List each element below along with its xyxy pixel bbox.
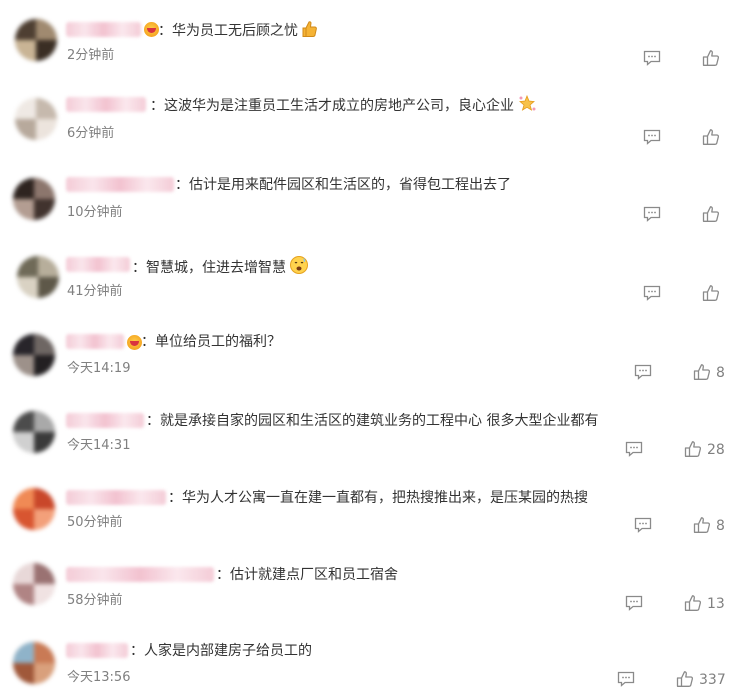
- vip-badge-icon: [127, 335, 142, 350]
- reply-icon[interactable]: [643, 285, 661, 301]
- like-icon[interactable]: [702, 284, 720, 302]
- username-blurred[interactable]: [66, 334, 124, 349]
- avatar[interactable]: [15, 98, 57, 140]
- reply-icon[interactable]: [625, 441, 643, 457]
- thumbs-up-emoji-icon: [301, 20, 319, 44]
- comment-time: 今天14:31: [67, 438, 131, 453]
- reply-icon[interactable]: [643, 50, 661, 66]
- comment-text: ：估计是用来配件园区和生活区的，省得包工程出去了: [175, 177, 511, 193]
- comment-time: 50分钟前: [67, 515, 123, 530]
- like-count: 8: [716, 518, 725, 534]
- comment-time: 今天14:19: [67, 361, 131, 376]
- avatar[interactable]: [13, 488, 55, 530]
- comment-item: ：估计就建点厂区和员工宿舍 58分钟前 13: [0, 546, 740, 624]
- comment-text: ：华为员工无后顾之忧: [158, 20, 319, 44]
- reply-icon[interactable]: [625, 595, 643, 611]
- like-icon[interactable]: [693, 516, 711, 534]
- like-count: 28: [707, 442, 725, 458]
- vip-badge-icon: [144, 22, 159, 37]
- username-blurred[interactable]: [66, 257, 130, 272]
- comment-text: ：就是承接自家的园区和生活区的建筑业务的工程中心 很多大型企业都有: [146, 413, 599, 429]
- comment-time: 2分钟前: [67, 48, 115, 63]
- like-count: 8: [716, 365, 725, 381]
- username-blurred[interactable]: [66, 567, 214, 582]
- avatar[interactable]: [13, 563, 55, 605]
- avatar[interactable]: [13, 411, 55, 453]
- like-icon[interactable]: [676, 670, 694, 688]
- comment-item: ：估计是用来配件园区和生活区的，省得包工程出去了 10分钟前: [0, 156, 740, 234]
- comment-time: 6分钟前: [67, 126, 115, 141]
- like-icon[interactable]: [693, 363, 711, 381]
- reply-icon[interactable]: [643, 206, 661, 222]
- avatar[interactable]: [17, 256, 59, 298]
- like-count: 337: [699, 672, 726, 688]
- comment-time: 10分钟前: [67, 205, 123, 220]
- username-blurred[interactable]: [66, 413, 144, 428]
- comment-text: ：智慧城，住进去增智慧: [132, 255, 309, 281]
- reply-icon[interactable]: [634, 517, 652, 533]
- comment-item: ：智慧城，住进去增智慧 41分钟前: [0, 234, 740, 312]
- comment-item: ：人家是内部建房子给员工的 今天13:56 337: [0, 624, 740, 700]
- comment-item: ：华为人才公寓一直在建一直都有，把热搜推出来，是压某园的热搜 50分钟前 8: [0, 468, 740, 546]
- comment-item: ：就是承接自家的园区和生活区的建筑业务的工程中心 很多大型企业都有 今天14:3…: [0, 390, 740, 468]
- like-icon[interactable]: [702, 205, 720, 223]
- username-blurred[interactable]: [66, 490, 166, 505]
- reply-icon[interactable]: [643, 129, 661, 145]
- avatar[interactable]: [13, 642, 55, 684]
- username-blurred[interactable]: [66, 97, 146, 112]
- sparkle-emoji-icon: [517, 94, 537, 119]
- avatar[interactable]: [13, 178, 55, 220]
- like-icon[interactable]: [684, 594, 702, 612]
- comment-text: ：估计就建点厂区和员工宿舍: [216, 567, 398, 583]
- sweat-face-emoji-icon: [289, 255, 309, 281]
- comment-time: 41分钟前: [67, 284, 123, 299]
- comment-time: 58分钟前: [67, 593, 123, 608]
- comment-item: ：单位给员工的福利？ 今天14:19 8: [0, 312, 740, 390]
- username-blurred[interactable]: [66, 177, 174, 192]
- comment-text: ：人家是内部建房子给员工的: [130, 643, 312, 659]
- comment-time: 今天13:56: [67, 670, 131, 685]
- username-blurred[interactable]: [66, 643, 128, 658]
- reply-icon[interactable]: [634, 364, 652, 380]
- comment-text: ：单位给员工的福利？: [141, 334, 281, 350]
- comment-item: ：这波华为是注重员工生活才成立的房地产公司，良心企业 6分钟前: [0, 78, 740, 156]
- like-icon[interactable]: [684, 440, 702, 458]
- comment-item: ：华为员工无后顾之忧 2分钟前: [0, 0, 740, 78]
- reply-icon[interactable]: [617, 671, 635, 687]
- like-icon[interactable]: [702, 128, 720, 146]
- like-icon[interactable]: [702, 49, 720, 67]
- comment-text: ：华为人才公寓一直在建一直都有，把热搜推出来，是压某园的热搜: [168, 490, 588, 506]
- username-blurred[interactable]: [66, 22, 141, 37]
- comment-text: ：这波华为是注重员工生活才成立的房地产公司，良心企业: [150, 94, 537, 119]
- avatar[interactable]: [13, 334, 55, 376]
- avatar[interactable]: [15, 19, 57, 61]
- like-count: 13: [707, 596, 725, 612]
